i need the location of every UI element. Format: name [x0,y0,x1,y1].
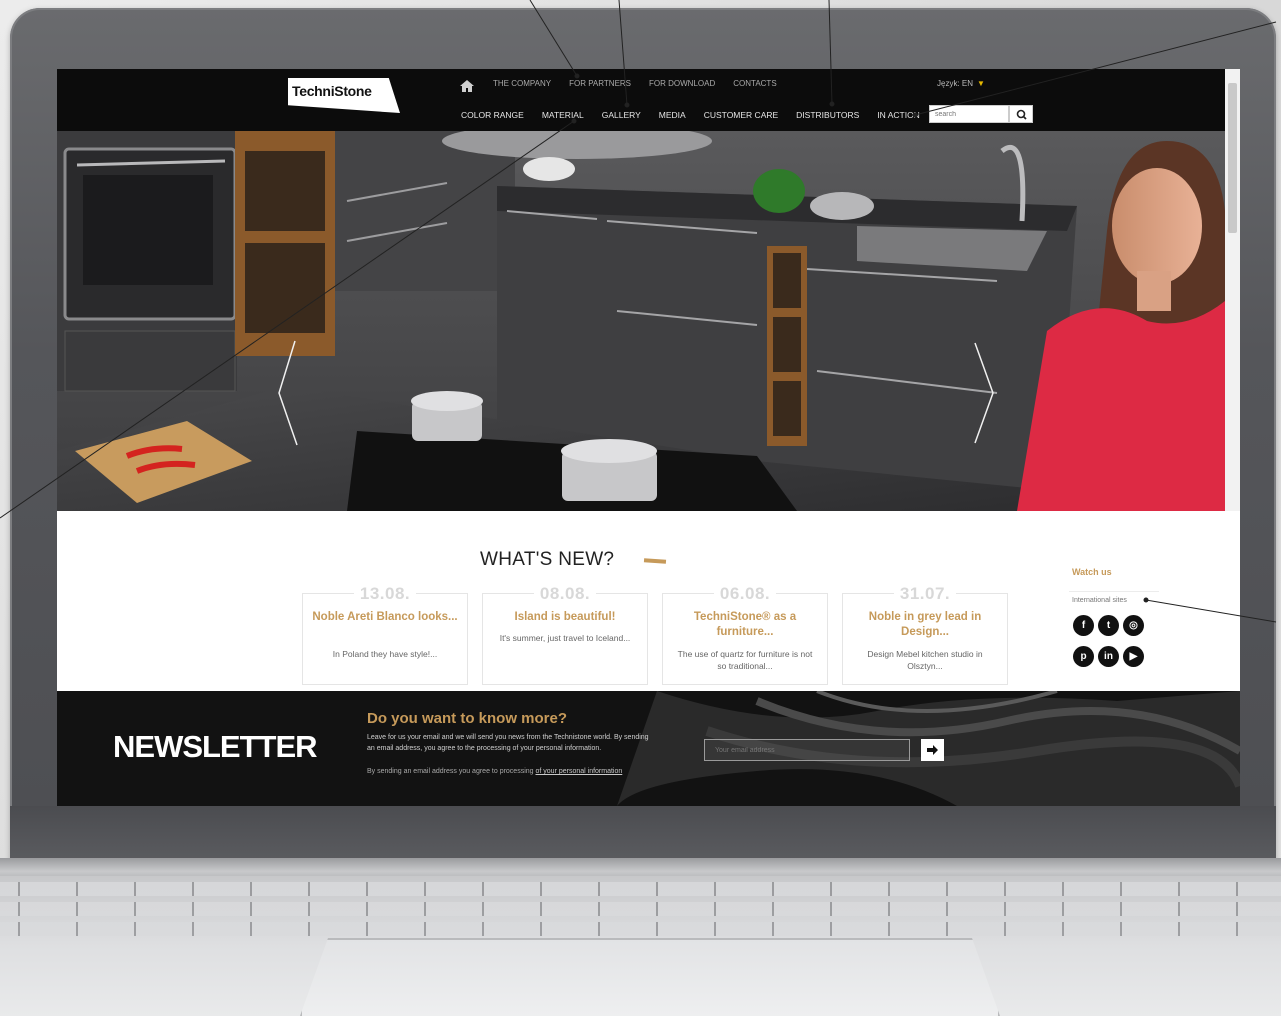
news-card[interactable]: 31.07. Noble in grey lead in Design... D… [842,584,1008,685]
news-date: 08.08. [533,584,597,603]
chevron-down-icon: ▼ [977,79,985,88]
top-nav-the-company[interactable]: THE COMPANY [493,79,551,88]
main-nav-customer-care[interactable]: CUSTOMER CARE [704,110,778,120]
divider [1069,591,1159,592]
main-nav-color-range[interactable]: COLOR RANGE [461,110,524,120]
page-scrollbar[interactable] [1225,69,1240,511]
international-sites-link[interactable]: International sites [1072,597,1127,604]
twitter-icon[interactable]: t [1098,615,1119,636]
newsletter-description: Leave for us your email and we will send… [367,734,649,752]
top-nav: THE COMPANY FOR PARTNERS FOR DOWNLOAD CO… [493,79,777,88]
main-nav: COLOR RANGE MATERIAL GALLERY MEDIA CUSTO… [461,110,920,120]
news-date: 13.08. [353,584,417,603]
news-title: Noble in grey lead in Design... [868,611,982,638]
laptop-keyboard-deck [0,876,1281,1016]
logo-text: TechniStone [292,83,372,99]
search-icon [1016,109,1027,120]
news-title: Island is beautiful! [514,611,616,623]
title-accent-bar [643,558,667,564]
news-excerpt: The use of quartz for furniture is not s… [677,649,813,671]
language-label: Język: EN [937,79,974,88]
main-nav-distributors[interactable]: DISTRIBUTORS [796,110,859,120]
news-excerpt: Design Mebel kitchen studio in Olsztyn..… [867,649,983,671]
arrow-right-icon [927,745,938,755]
youtube-icon[interactable]: ▶ [1123,646,1144,667]
pinterest-icon[interactable]: p [1073,646,1094,667]
main-nav-in-action[interactable]: IN ACTION [877,110,920,120]
language-selector[interactable]: Język: EN ▼ [937,79,985,88]
news-title: TechniStone® as a furniture... [693,611,797,638]
search-input[interactable] [929,105,1009,123]
touchpad [300,938,1000,1016]
browser-screen: TechniStone THE COMPANY FOR PARTNERS FOR… [57,69,1240,806]
kitchen-hero-image [57,131,1225,511]
news-title: Noble Areti Blanco looks... [312,611,458,623]
main-nav-material[interactable]: MATERIAL [542,110,584,120]
instagram-icon[interactable]: ◎ [1123,615,1144,636]
newsletter-question: Do you want to know more? [367,710,568,727]
news-excerpt: In Poland they have style!... [332,649,438,659]
newsletter-consent: By sending an email address you agree to… [367,767,652,778]
top-nav-contacts[interactable]: CONTACTS [733,79,776,88]
home-icon[interactable] [459,78,475,94]
top-nav-for-download[interactable]: FOR DOWNLOAD [649,79,715,88]
facebook-icon[interactable]: f [1073,615,1094,636]
whats-new-section: WHAT'S NEW? 13.08. Noble Areti Blanco lo… [57,511,1240,691]
whats-new-title: WHAT'S NEW? [480,549,615,570]
newsletter-section: NEWSLETTER Do you want to know more? Lea… [57,691,1240,806]
keyboard-row [0,882,1281,896]
news-card[interactable]: 13.08. Noble Areti Blanco looks... In Po… [302,584,468,685]
newsletter-submit-button[interactable] [921,739,944,761]
email-field[interactable] [704,739,910,761]
technistone-logo[interactable]: TechniStone [288,78,400,113]
main-nav-media[interactable]: MEDIA [659,110,686,120]
news-excerpt: It's summer, just travel to Iceland... [499,633,631,643]
linkedin-icon[interactable]: in [1098,646,1119,667]
keyboard-row [0,922,1281,936]
keyboard-row [0,902,1281,916]
top-nav-for-partners[interactable]: FOR PARTNERS [569,79,631,88]
news-card[interactable]: 08.08. Island is beautiful! It's summer,… [482,584,648,685]
privacy-link[interactable]: of your personal information [536,768,623,775]
news-date: 31.07. [893,584,957,603]
main-nav-gallery[interactable]: GALLERY [602,110,641,120]
news-date: 06.08. [713,584,777,603]
hero-slider [57,131,1225,511]
scrollbar-thumb[interactable] [1228,83,1237,233]
search-button[interactable] [1009,105,1033,123]
newsletter-heading: NEWSLETTER [113,729,318,764]
news-card[interactable]: 06.08. TechniStone® as a furniture... Th… [662,584,828,685]
consent-text: By sending an email address you agree to… [367,768,536,775]
watch-us-label: Watch us [1072,567,1112,577]
site-header: TechniStone THE COMPANY FOR PARTNERS FOR… [57,69,1225,131]
